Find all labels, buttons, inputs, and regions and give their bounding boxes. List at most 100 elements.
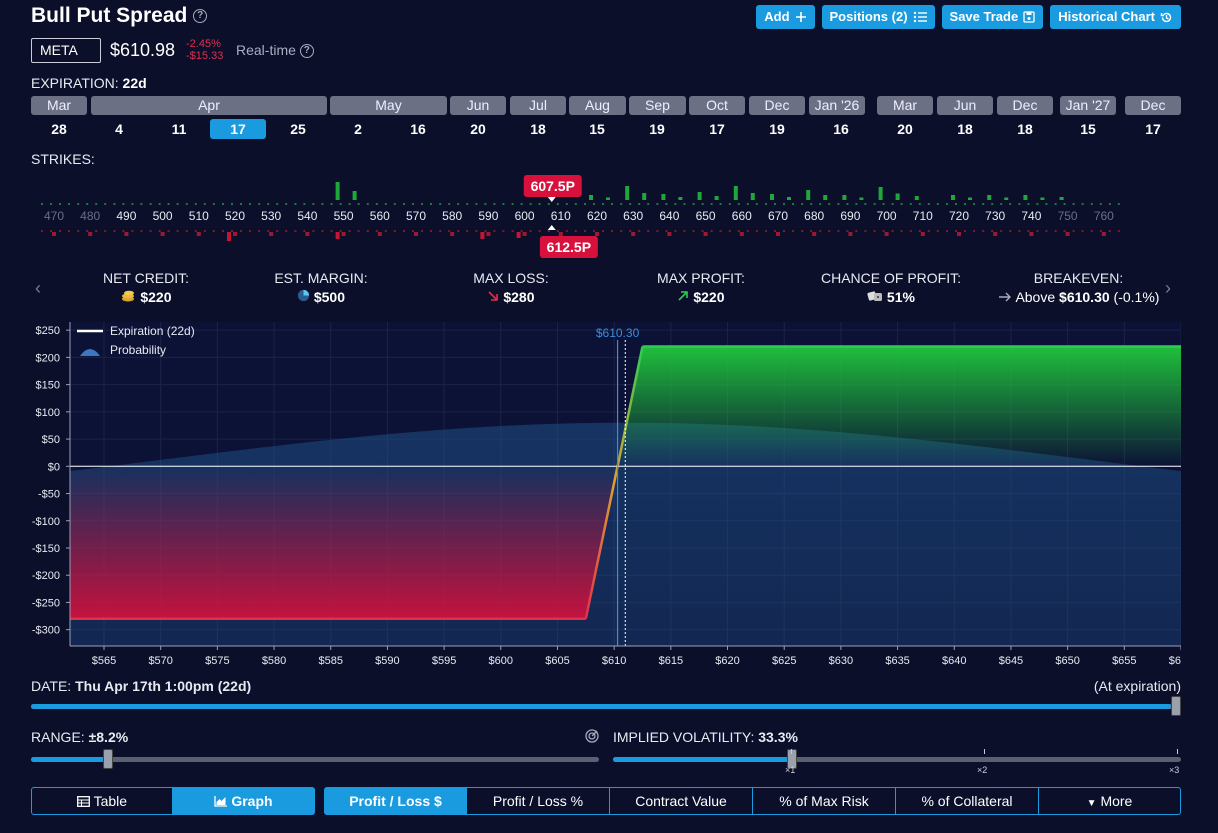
help-icon[interactable]: ? bbox=[193, 9, 208, 24]
strike-dot bbox=[855, 203, 858, 205]
strike-dot bbox=[828, 203, 831, 205]
strike-dot bbox=[384, 230, 387, 232]
range-slider-thumb[interactable] bbox=[103, 749, 113, 769]
strike-dot bbox=[1072, 203, 1075, 205]
month-tab[interactable]: Jun bbox=[450, 96, 506, 115]
expiration-day[interactable]: 17 bbox=[1125, 119, 1181, 139]
strike-dot bbox=[792, 230, 794, 232]
strike-dot bbox=[982, 203, 985, 205]
expiration-day-selected[interactable]: 17 bbox=[210, 119, 266, 139]
strike-dot bbox=[95, 230, 98, 232]
expiration-day[interactable]: 19 bbox=[629, 119, 685, 139]
expiration-day[interactable]: 17 bbox=[689, 119, 745, 139]
strike-tick-label: 590 bbox=[478, 209, 498, 223]
pnl-chart[interactable]: $610.30 $250 $200 $150 $100 $50 $0 -$50 -$100 -$1… bbox=[31, 322, 1181, 672]
add-button[interactable]: Add bbox=[756, 5, 815, 29]
tab-contract-value[interactable]: Contract Value bbox=[610, 787, 753, 815]
strike-dot bbox=[357, 230, 360, 232]
arrow-right-icon bbox=[998, 292, 1011, 302]
target-icon[interactable] bbox=[584, 728, 600, 744]
open-interest-bar-put bbox=[486, 232, 491, 236]
open-interest-bar-put bbox=[1101, 232, 1106, 236]
expiration-day[interactable]: 20 bbox=[450, 119, 506, 139]
expiration-day[interactable]: 15 bbox=[569, 119, 625, 139]
expiration-day[interactable]: 20 bbox=[877, 119, 933, 139]
month-tab[interactable]: Apr bbox=[91, 96, 327, 115]
strike-dot bbox=[647, 230, 650, 232]
strike-dot bbox=[312, 203, 315, 205]
page-title: Bull Put Spread ? bbox=[31, 4, 208, 28]
help-icon[interactable]: ? bbox=[299, 44, 314, 59]
strike-dot bbox=[149, 230, 152, 232]
tab-graph[interactable]: Graph bbox=[173, 787, 315, 815]
strike-dot bbox=[203, 230, 206, 232]
expiration-day[interactable]: 16 bbox=[813, 119, 869, 139]
strike-dot bbox=[439, 230, 442, 232]
expiration-day[interactable]: 18 bbox=[510, 119, 566, 139]
month-tab[interactable]: Oct bbox=[689, 96, 745, 115]
expiration-day[interactable]: 4 bbox=[91, 119, 147, 139]
open-interest-bar-put bbox=[450, 232, 455, 236]
strike-dot bbox=[475, 230, 478, 232]
month-tab[interactable]: Jan '26 bbox=[809, 96, 865, 115]
strike-dot bbox=[194, 203, 197, 205]
tab-collateral[interactable]: % of Collateral bbox=[896, 787, 1039, 815]
range-slider[interactable] bbox=[31, 749, 599, 769]
month-tab[interactable]: Jan '27 bbox=[1060, 96, 1116, 115]
strike-dot bbox=[484, 203, 487, 205]
open-interest-bar-put bbox=[1065, 232, 1070, 236]
expiration-day[interactable]: 2 bbox=[330, 119, 386, 139]
tab-table[interactable]: Table bbox=[31, 787, 173, 815]
expiration-day[interactable]: 25 bbox=[270, 119, 326, 139]
strike-dot bbox=[665, 230, 668, 232]
month-tab[interactable]: Jun bbox=[937, 96, 993, 115]
date-slider[interactable] bbox=[31, 696, 1181, 716]
date-slider-thumb[interactable] bbox=[1171, 696, 1181, 716]
strike-dot bbox=[846, 230, 849, 232]
strike-selector[interactable]: 470 480 490 500 510 520 530 540 550 560 570 580 590 6… bbox=[31, 170, 1181, 260]
strike-dot bbox=[1027, 230, 1030, 232]
month-tab[interactable]: Mar bbox=[877, 96, 933, 115]
strike-dot bbox=[584, 230, 586, 232]
month-tab[interactable]: Dec bbox=[1125, 96, 1181, 115]
expiration-day[interactable]: 16 bbox=[390, 119, 446, 139]
x-tick-label: $635 bbox=[885, 655, 909, 667]
month-tab[interactable]: Jul bbox=[510, 96, 566, 115]
symbol-input[interactable]: META bbox=[31, 38, 101, 63]
strike-dot bbox=[801, 203, 804, 205]
tab-more[interactable]: ▼ More bbox=[1039, 787, 1181, 815]
strike-tick-label: 600 bbox=[515, 209, 535, 223]
tab-max-risk[interactable]: % of Max Risk bbox=[753, 787, 896, 815]
month-tab[interactable]: Dec bbox=[749, 96, 805, 115]
save-trade-button[interactable]: Save Trade bbox=[941, 5, 1044, 29]
expiration-day[interactable]: 28 bbox=[31, 119, 87, 139]
tab-profit-loss-percent[interactable]: Profit / Loss % bbox=[467, 787, 610, 815]
month-tab[interactable]: Sep bbox=[629, 96, 686, 115]
strike-dot bbox=[837, 203, 840, 205]
history-icon bbox=[1160, 12, 1172, 22]
expiration-day[interactable]: 18 bbox=[937, 119, 993, 139]
strike-tick-label: 470 bbox=[44, 209, 64, 223]
month-tab[interactable]: Dec bbox=[997, 96, 1053, 115]
month-tab[interactable]: May bbox=[330, 96, 447, 115]
strike-dot bbox=[656, 230, 659, 232]
tab-profit-loss-dollar[interactable]: Profit / Loss $ bbox=[324, 787, 467, 815]
strike-dot bbox=[249, 230, 251, 232]
strike-dot bbox=[882, 203, 885, 205]
iv-settings[interactable] bbox=[584, 728, 600, 747]
strike-dot bbox=[846, 203, 849, 205]
positions-button[interactable]: Positions (2) bbox=[821, 5, 935, 29]
expiration-day[interactable]: 15 bbox=[1060, 119, 1116, 139]
strike-dot bbox=[593, 230, 595, 232]
month-tab[interactable]: Mar bbox=[31, 96, 87, 115]
strike-dot bbox=[529, 230, 532, 232]
strike-dot bbox=[303, 203, 306, 205]
month-tab[interactable]: Aug bbox=[569, 96, 626, 115]
strike-dot bbox=[140, 230, 143, 232]
historical-chart-button[interactable]: Historical Chart bbox=[1050, 5, 1181, 29]
expiration-day[interactable]: 18 bbox=[997, 119, 1053, 139]
expiration-day[interactable]: 11 bbox=[151, 119, 207, 139]
strike-dot bbox=[946, 203, 948, 205]
expiration-day[interactable]: 19 bbox=[749, 119, 805, 139]
range-label: RANGE: ±8.2% bbox=[31, 729, 129, 745]
